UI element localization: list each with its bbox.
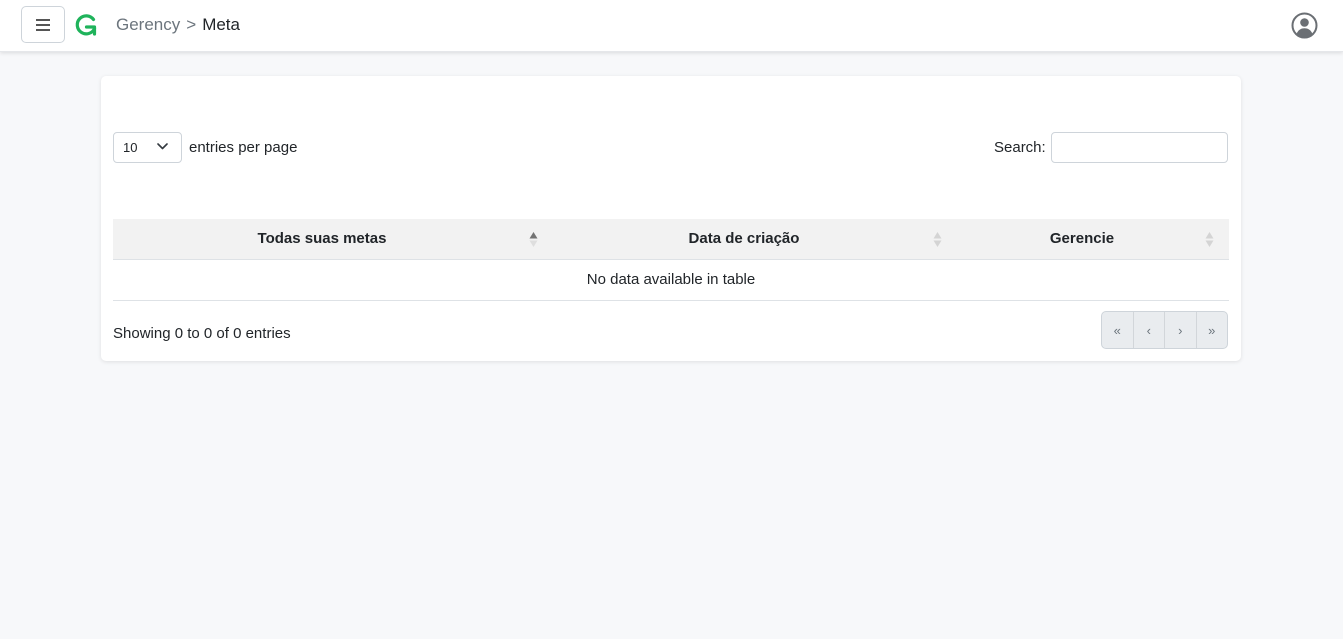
empty-table-message: No data available in table [113, 260, 1229, 301]
table-info: Showing 0 to 0 of 0 entries [113, 325, 291, 342]
previous-page-button[interactable]: ‹ [1134, 312, 1165, 348]
search-input[interactable] [1051, 132, 1228, 163]
pagination: « ‹ › » [1101, 311, 1228, 349]
column-header-goals[interactable]: Todas suas metas [113, 219, 531, 259]
goals-table-card: 10 entries per page Search: Todas suas m… [101, 76, 1241, 361]
table-header-row: Todas suas metas Data de criação Gerenci… [113, 219, 1229, 260]
last-page-button[interactable]: » [1197, 312, 1228, 348]
breadcrumb-current: Meta [202, 15, 240, 34]
chevron-down-icon [157, 143, 168, 150]
search-label: Search: [994, 139, 1046, 156]
sort-ascending-icon [529, 231, 538, 248]
breadcrumb-separator: > [186, 15, 197, 34]
sort-both-icon [933, 231, 942, 248]
column-header-manage[interactable]: Gerencie [945, 219, 1219, 259]
hamburger-icon [36, 19, 50, 31]
sort-both-icon [1205, 231, 1214, 248]
column-header-creation-date[interactable]: Data de criação [543, 219, 945, 259]
brand-logo[interactable] [73, 13, 99, 39]
top-navbar: Gerency > Meta [0, 0, 1343, 52]
breadcrumb-root[interactable]: Gerency [116, 15, 180, 34]
next-page-button[interactable]: › [1165, 312, 1197, 348]
entries-per-page-value: 10 [123, 140, 138, 155]
breadcrumb: Gerency > Meta [116, 14, 240, 36]
user-account-icon[interactable] [1291, 12, 1318, 39]
menu-toggle-button[interactable] [21, 6, 65, 43]
entries-per-page-select[interactable]: 10 [113, 132, 182, 163]
entries-per-page-label: entries per page [189, 139, 298, 156]
first-page-button[interactable]: « [1102, 312, 1134, 348]
